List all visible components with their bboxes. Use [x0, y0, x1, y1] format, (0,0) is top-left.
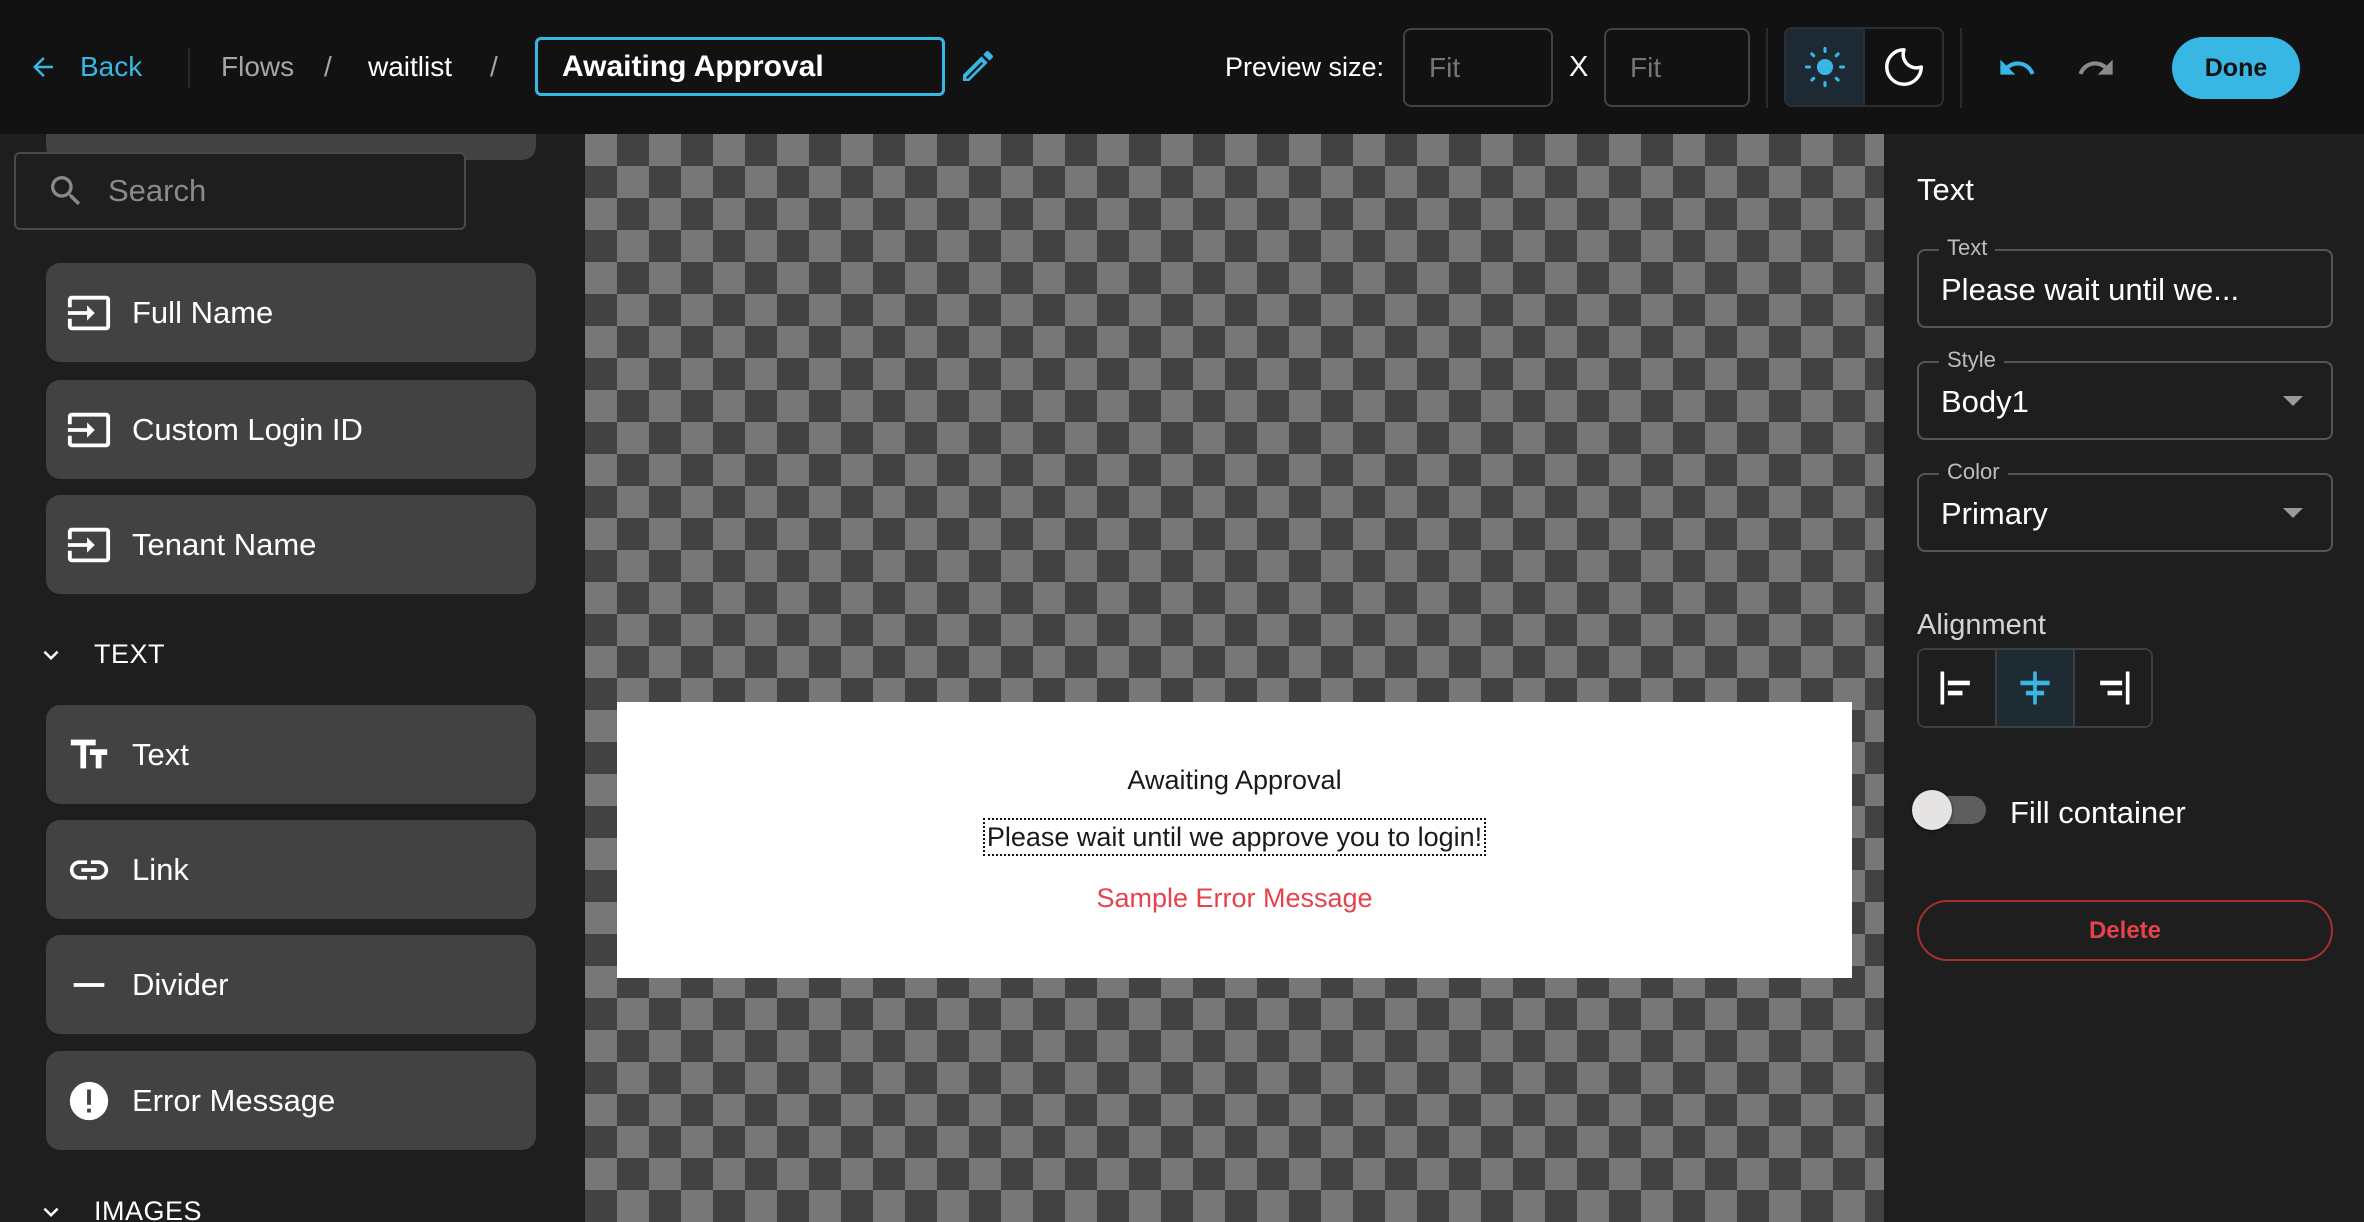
section-title: TEXT: [94, 639, 166, 669]
alignment-label: Alignment: [1917, 609, 2046, 641]
preview-size-label: Preview size:: [1225, 52, 1385, 82]
moon-icon: [1884, 48, 1923, 86]
component-label: Tenant Name: [132, 526, 317, 562]
input-icon: [64, 288, 114, 338]
caret-down-icon: [2283, 508, 2303, 518]
undo-icon[interactable]: [1995, 48, 2039, 88]
style-select-label: Style: [1939, 346, 2004, 374]
breadcrumb-separator: /: [490, 51, 498, 82]
component-text[interactable]: Text: [46, 705, 536, 804]
preview-body-text-selected[interactable]: Please wait until we approve you to logi…: [982, 818, 1487, 856]
section-images-header[interactable]: IMAGES: [36, 1196, 202, 1222]
input-icon: [64, 405, 114, 455]
component-label: Text: [132, 736, 189, 772]
component-error-message[interactable]: Error Message: [46, 1051, 536, 1150]
divider: [188, 48, 190, 88]
section-text-header[interactable]: TEXT: [36, 639, 165, 670]
align-center-icon: [2020, 671, 2050, 705]
preview-heading[interactable]: Awaiting Approval: [1127, 762, 1341, 798]
section-title: IMAGES: [94, 1196, 203, 1222]
screen-title-input[interactable]: [535, 37, 945, 96]
input-icon: [64, 520, 114, 570]
search-icon: [51, 176, 81, 206]
top-bar: Back Flows / waitlist / Preview size: X: [0, 0, 2364, 134]
text-fields-icon: [64, 730, 114, 780]
divider: [1960, 28, 1962, 108]
components-sidebar: Full Name Custom Login ID Tenant Name TE…: [0, 134, 585, 1222]
back-label: Back: [80, 51, 143, 82]
preview-height-input[interactable]: [1604, 28, 1750, 107]
caret-down-icon: [2283, 396, 2303, 406]
search-input[interactable]: [108, 173, 408, 209]
text-field[interactable]: Text Please wait until we...: [1917, 234, 2333, 328]
search-field[interactable]: [14, 152, 466, 230]
toggle-thumb: [1912, 790, 1952, 830]
component-label: Custom Login ID: [132, 411, 363, 447]
style-select-value: Body1: [1941, 384, 2029, 419]
redo-icon[interactable]: [2074, 48, 2118, 88]
link-icon: [64, 845, 114, 895]
preview-size-separator: X: [1569, 51, 1589, 83]
component-custom-login-id[interactable]: Custom Login ID: [46, 380, 536, 479]
theme-toggle-group: [1784, 27, 1944, 107]
color-select-label: Color: [1939, 458, 2008, 486]
component-label: Link: [132, 851, 189, 887]
breadcrumb-flows[interactable]: Flows: [221, 48, 294, 86]
panel-title: Text: [1917, 172, 1974, 207]
preview-width-input[interactable]: [1403, 28, 1553, 107]
component-divider[interactable]: Divider: [46, 935, 536, 1034]
align-left-button[interactable]: [1919, 650, 1995, 726]
done-button[interactable]: Done: [2172, 37, 2300, 99]
chevron-down-icon: [43, 650, 59, 660]
component-label: Full Name: [132, 294, 274, 330]
color-select-value: Primary: [1941, 496, 2048, 531]
component-full-name[interactable]: Full Name: [46, 263, 536, 362]
align-center-button[interactable]: [1995, 650, 2075, 726]
text-field-label: Text: [1939, 234, 1996, 262]
sun-icon: [1804, 46, 1845, 88]
preview-error-message[interactable]: Sample Error Message: [1096, 880, 1372, 916]
properties-panel: Text Text Please wait until we... Style …: [1884, 134, 2364, 1222]
divider: [1766, 28, 1768, 108]
error-icon: [64, 1076, 114, 1126]
breadcrumb-waitlist[interactable]: waitlist: [368, 48, 452, 86]
fill-container-label: Fill container: [2010, 795, 2186, 830]
preview-card: Awaiting Approval Please wait until we a…: [617, 702, 1852, 978]
pencil-icon[interactable]: [958, 46, 998, 86]
breadcrumb-separator: /: [324, 51, 332, 82]
align-left-icon: [1940, 671, 1970, 705]
align-right-button[interactable]: [2075, 650, 2151, 726]
fill-container-toggle[interactable]: [1912, 790, 1988, 830]
delete-button[interactable]: Delete: [1917, 900, 2333, 961]
chevron-down-icon: [43, 1207, 59, 1217]
text-field-value[interactable]: Please wait until we...: [1941, 271, 2239, 309]
back-button[interactable]: Back: [28, 44, 142, 90]
align-right-icon: [2100, 671, 2130, 705]
dark-theme-button[interactable]: [1865, 29, 1942, 105]
preview-canvas[interactable]: Awaiting Approval Please wait until we a…: [585, 134, 1884, 1222]
arrow-left-icon: [33, 57, 53, 77]
component-label: Error Message: [132, 1082, 336, 1118]
style-select[interactable]: Style Body1: [1917, 346, 2333, 440]
divider-icon: [64, 960, 114, 1010]
component-link[interactable]: Link: [46, 820, 536, 919]
color-select[interactable]: Color Primary: [1917, 458, 2333, 552]
light-theme-button[interactable]: [1786, 29, 1865, 105]
alignment-toggle-group: [1917, 648, 2153, 728]
component-tenant-name[interactable]: Tenant Name: [46, 495, 536, 594]
component-label: Divider: [132, 966, 229, 1002]
